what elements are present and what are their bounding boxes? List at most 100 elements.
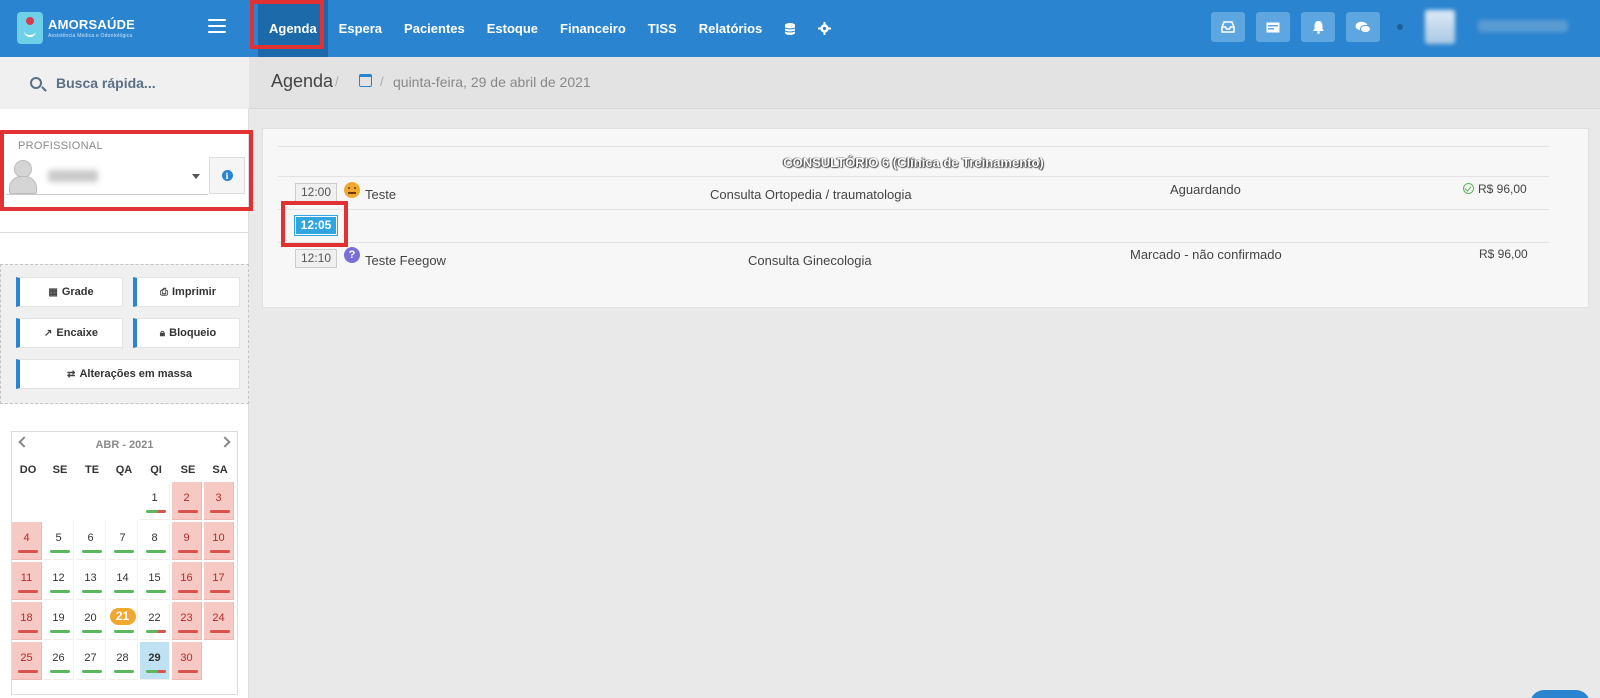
calendar-day-number: 3 [215, 492, 222, 504]
availability-bar [178, 510, 198, 513]
quick-search[interactable]: Busca rápida... [0, 57, 249, 109]
gear-icon[interactable] [807, 0, 842, 57]
weekday-label: SE [180, 464, 196, 476]
info-icon: i [221, 170, 233, 181]
calendar-day[interactable]: 30 [172, 642, 202, 680]
schedule-row[interactable]: 12:05 [278, 210, 1549, 243]
nav-tiss[interactable]: TISS [637, 0, 688, 57]
calendar-day-number: 14 [116, 572, 129, 584]
availability-bar [178, 550, 198, 553]
availability-bar [114, 670, 134, 673]
chevron-right-icon[interactable] [219, 436, 231, 448]
calendar-day[interactable]: 6 [76, 522, 106, 560]
calendar-day[interactable]: 17 [204, 562, 234, 600]
inbox-icon[interactable] [1211, 12, 1245, 42]
calendar-day-number: 24 [212, 612, 225, 624]
calendar-day-number: 7 [119, 532, 126, 544]
calendar-day[interactable]: 2 [172, 482, 202, 520]
calendar-day-number: 13 [84, 572, 97, 584]
card-icon[interactable] [1256, 12, 1290, 42]
calendar-day[interactable]: 29 [140, 642, 170, 680]
database-icon[interactable] [773, 0, 807, 57]
nav-pacientes[interactable]: Pacientes [393, 0, 476, 57]
calendar-day-number: 26 [52, 652, 65, 664]
calendar-day[interactable]: 3 [204, 482, 234, 520]
patient-name[interactable]: Teste Feegow [365, 253, 446, 268]
calendar-day[interactable]: 21 [108, 602, 138, 640]
availability-bar [210, 550, 230, 553]
calendar-day[interactable]: 7 [108, 522, 138, 560]
nav-estoque[interactable]: Estoque [476, 0, 549, 57]
calendar-day[interactable]: 15 [140, 562, 170, 600]
calendar-day[interactable]: 25 [12, 642, 42, 680]
calendar-day[interactable]: 14 [108, 562, 138, 600]
availability-bar [210, 590, 230, 593]
encaixe-button[interactable]: ↗ Encaixe [16, 318, 123, 348]
menu-toggle-icon[interactable] [208, 19, 226, 33]
calendar-day[interactable]: 18 [12, 602, 42, 640]
print-icon: ⎙ [159, 286, 168, 298]
app-logo[interactable]: AMORSAÚDE Assistência Médica e Odontológ… [17, 11, 157, 45]
availability-bar [146, 670, 166, 673]
calendar-day[interactable]: 16 [172, 562, 202, 600]
professional-select[interactable] [6, 157, 208, 195]
calendar-day[interactable]: 27 [76, 642, 106, 680]
schedule-row[interactable]: 12:00 Teste Consulta Ortopedia / traumat… [278, 177, 1549, 210]
calendar-day[interactable]: 12 [44, 562, 74, 600]
calendar-day[interactable]: 11 [12, 562, 42, 600]
availability-bar [146, 630, 166, 633]
nav-relatorios[interactable]: Relatórios [688, 0, 774, 57]
calendar-day-number: 28 [116, 652, 129, 664]
nav-financeiro[interactable]: Financeiro [549, 0, 637, 57]
grade-button[interactable]: ▦ Grade [16, 277, 123, 307]
calendar-day[interactable]: 23 [172, 602, 202, 640]
availability-bar [82, 550, 102, 553]
calendar-day[interactable]: 28 [108, 642, 138, 680]
calendar-day[interactable]: 1 [140, 482, 170, 520]
calendar-day[interactable]: 24 [204, 602, 234, 640]
support-chat-button[interactable] [1530, 690, 1590, 698]
check-circle-icon [1463, 183, 1474, 194]
bloqueio-button[interactable]: 🔒︎ Bloqueio [133, 318, 240, 348]
mini-calendar: ABR - 2021 DO SE TE QA QI SE SA 1 2 3 4 5 6 7 8 9 10 11 12… [11, 431, 238, 695]
nav-espera[interactable]: Espera [328, 0, 393, 57]
time-badge[interactable]: 12:10 [295, 249, 337, 268]
schedule-panel: CONSULTÓRIO 6 (Clínica de Treinamento) 1… [262, 128, 1589, 308]
bell-icon[interactable] [1301, 12, 1335, 42]
time-badge-active[interactable]: 12:05 [295, 216, 337, 235]
availability-bar [82, 590, 102, 593]
print-button[interactable]: ⎙ Imprimir [133, 277, 240, 307]
calendar-day[interactable]: 4 [12, 522, 42, 560]
calendar-day[interactable]: 13 [76, 562, 106, 600]
calendar-day[interactable]: 10 [204, 522, 234, 560]
calendar-day-number: 1 [151, 492, 158, 504]
calendar-day-number: 15 [148, 572, 161, 584]
chat-icon[interactable] [1346, 12, 1380, 42]
calendar-icon[interactable] [359, 74, 372, 87]
calendar-day[interactable]: 19 [44, 602, 74, 640]
user-name-blurred[interactable] [1478, 20, 1568, 32]
nav-agenda[interactable]: Agenda [258, 0, 328, 57]
divider [0, 232, 249, 233]
calendar-day-number: 27 [84, 652, 97, 664]
calendar-day[interactable]: 22 [140, 602, 170, 640]
calendar-day[interactable]: 26 [44, 642, 74, 680]
breadcrumb-date: quinta-feira, 29 de abril de 2021 [393, 74, 591, 90]
mass-change-button[interactable]: ⇄ Alterações em massa [16, 359, 240, 389]
calendar-day[interactable]: 20 [76, 602, 106, 640]
patient-name[interactable]: Teste [365, 187, 396, 202]
weekday-label: DO [19, 464, 37, 476]
external-link-icon: ↗ [44, 327, 53, 339]
schedule-row[interactable]: 12:10 ? Teste Feegow Consulta Ginecologi… [278, 243, 1549, 276]
breadcrumb-separator: / [335, 74, 339, 89]
calendar-day[interactable]: 8 [140, 522, 170, 560]
user-avatar[interactable] [1425, 10, 1455, 44]
calendar-day[interactable]: 5 [44, 522, 74, 560]
professional-info-button[interactable]: i [209, 157, 245, 194]
top-navbar: AMORSAÚDE Assistência Médica e Odontológ… [0, 0, 1600, 57]
time-badge[interactable]: 12:00 [295, 183, 337, 202]
chevron-left-icon[interactable] [18, 436, 30, 448]
appointment-price: R$ 96,00 [1463, 182, 1527, 196]
weekday-label: TE [84, 464, 100, 476]
calendar-day[interactable]: 9 [172, 522, 202, 560]
